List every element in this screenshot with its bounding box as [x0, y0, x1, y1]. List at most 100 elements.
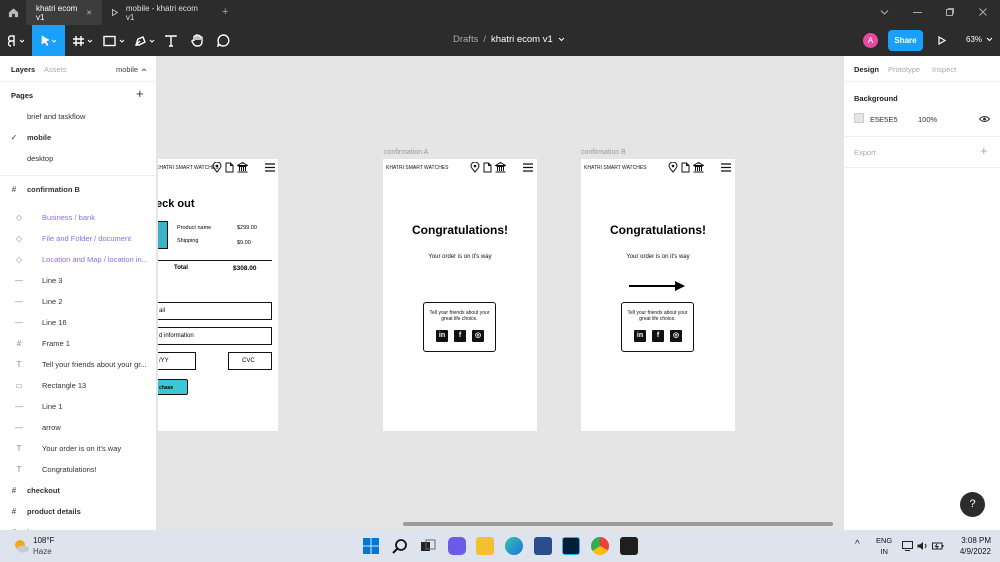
figma-app-icon[interactable] [620, 537, 638, 555]
main-menu-button[interactable] [3, 25, 29, 56]
frame-label-b[interactable]: confirmation B [581, 149, 626, 156]
teams-chat-icon[interactable] [448, 537, 466, 555]
add-page-button[interactable]: + [136, 86, 144, 101]
minimize-icon[interactable] [913, 12, 922, 14]
layer-item[interactable]: ◇ File and Folder / document [0, 228, 156, 248]
layer-item[interactable]: #homepage [0, 522, 156, 531]
email-field[interactable]: ail [158, 302, 272, 320]
tab-design[interactable]: Design [854, 65, 879, 74]
breadcrumb-drafts[interactable]: Drafts [453, 34, 478, 45]
instagram-icon[interactable]: ◎ [670, 330, 682, 342]
layer-item[interactable]: # confirmation B [0, 179, 156, 199]
close-icon[interactable] [979, 8, 987, 16]
battery-icon[interactable] [932, 541, 944, 551]
present-icon[interactable] [938, 36, 946, 45]
chevron-down-icon[interactable] [558, 37, 565, 42]
shape-tool-button[interactable] [100, 25, 130, 56]
windows-start-icon[interactable] [363, 538, 379, 554]
tab-active-file[interactable]: khatri ecom v1 ✕ [26, 0, 102, 25]
tab-layers[interactable]: Layers [11, 65, 35, 74]
linkedin-icon[interactable]: in [436, 330, 448, 342]
weather-sun-icon[interactable] [13, 539, 29, 553]
frame-tool-button[interactable] [69, 25, 97, 56]
tab-assets[interactable]: Assets [44, 65, 67, 74]
layer-item[interactable]: T Your order is on it's way [0, 438, 156, 458]
layer-item[interactable]: — Line 1 [0, 396, 156, 416]
tab-inspect[interactable]: Inspect [932, 65, 956, 74]
help-button[interactable]: ? [960, 492, 985, 517]
text-tool-button[interactable] [160, 25, 182, 56]
linkedin-icon[interactable]: in [634, 330, 646, 342]
figma-menu-icon [8, 34, 24, 47]
layer-item[interactable]: — arrow [0, 417, 156, 437]
background-swatch[interactable] [854, 113, 864, 123]
photoshop-icon[interactable] [562, 537, 580, 555]
new-tab-button[interactable]: + [222, 6, 228, 18]
card-information-field[interactable]: d information [158, 327, 272, 345]
layer-item[interactable]: — Line 3 [0, 270, 156, 290]
weather-temp[interactable]: 108°F [33, 536, 54, 545]
frame-layer-icon: # [11, 184, 17, 194]
tab-mobile-prototype[interactable]: mobile - khatri ecom v1 [102, 0, 217, 25]
tab-prototype[interactable]: Prototype [888, 65, 920, 74]
layer-item[interactable]: # product details [0, 501, 156, 521]
eye-icon[interactable] [979, 115, 990, 123]
move-tool-button[interactable] [32, 25, 65, 56]
layer-item[interactable]: — Line 2 [0, 291, 156, 311]
tab-close-icon[interactable]: ✕ [86, 9, 92, 17]
language-indicator[interactable]: ENG IN [876, 536, 892, 556]
system-clock[interactable]: 3:08 PM 4/9/2022 [955, 536, 991, 556]
pen-tool-button[interactable] [132, 25, 160, 56]
page-switcher[interactable]: mobile [116, 65, 147, 74]
instagram-icon[interactable]: ◎ [472, 330, 484, 342]
background-opacity[interactable]: 100% [918, 115, 937, 124]
display-icon[interactable] [902, 541, 913, 551]
page-item-mobile[interactable]: ✓ mobile [0, 127, 156, 147]
share-button[interactable]: Share [888, 30, 923, 51]
comment-tool-button[interactable] [212, 25, 234, 56]
chrome-icon[interactable] [591, 537, 609, 555]
weather-condition[interactable]: Haze [33, 547, 52, 556]
confirmation-a-frame[interactable]: KHATRI SMART WATCHES Congratulations! Yo… [383, 159, 537, 431]
avatar[interactable]: A [863, 33, 878, 48]
layer-item[interactable]: T Congratulations! [0, 459, 156, 479]
chevron-up-icon[interactable]: ^ [855, 539, 860, 550]
hand-tool-button[interactable] [186, 25, 208, 56]
horizontal-scrollbar[interactable] [403, 522, 833, 526]
expiry-field[interactable]: /YY [158, 352, 196, 370]
restore-icon[interactable] [946, 8, 954, 16]
page-item-brief[interactable]: brief and taskflow [0, 106, 156, 126]
zoom-control[interactable]: 63% [966, 35, 993, 44]
volume-icon[interactable] [917, 541, 928, 551]
page-item-desktop[interactable]: desktop [0, 148, 156, 168]
file-name[interactable]: khatri ecom v1 [491, 34, 553, 45]
layer-item[interactable]: # checkout [0, 480, 156, 500]
clock-time: 3:08 PM [961, 536, 991, 545]
facebook-icon[interactable]: f [454, 330, 466, 342]
layer-item[interactable]: ▭ Rectangle 13 [0, 375, 156, 395]
chevron-down-icon[interactable] [880, 9, 889, 16]
purchase-button[interactable]: chase [158, 379, 188, 395]
facebook-icon[interactable]: f [652, 330, 664, 342]
text-layer-icon: T [16, 359, 22, 369]
store-icon[interactable] [534, 537, 552, 555]
file-explorer-icon[interactable] [476, 537, 494, 555]
home-button[interactable] [0, 0, 26, 25]
layer-item[interactable]: # Frame 1 [0, 333, 156, 353]
cvc-field[interactable]: CVC [228, 352, 272, 370]
comment-icon [216, 34, 229, 47]
confirmation-b-frame[interactable]: KHATRI SMART WATCHES Congratulations! Yo… [581, 159, 735, 431]
edge-browser-icon[interactable] [505, 537, 523, 555]
text-icon [165, 34, 177, 47]
layer-item[interactable]: ◇ Business / bank [0, 207, 156, 227]
layer-item[interactable]: T Tell your friends about your gr... [0, 354, 156, 374]
background-hex[interactable]: E5E5E5 [870, 115, 898, 124]
layer-item[interactable]: ◇ Location and Map / location in... [0, 249, 156, 269]
search-icon[interactable] [392, 538, 408, 554]
frame-label-a[interactable]: confirmation A [384, 149, 428, 156]
task-view-icon[interactable] [420, 538, 436, 554]
add-export-button[interactable]: + [980, 143, 988, 158]
layer-item[interactable]: — Line 16 [0, 312, 156, 332]
canvas[interactable]: KHATRI SMART WATCHES eck out Product nam… [158, 56, 842, 530]
checkout-frame[interactable]: KHATRI SMART WATCHES eck out Product nam… [158, 159, 278, 431]
